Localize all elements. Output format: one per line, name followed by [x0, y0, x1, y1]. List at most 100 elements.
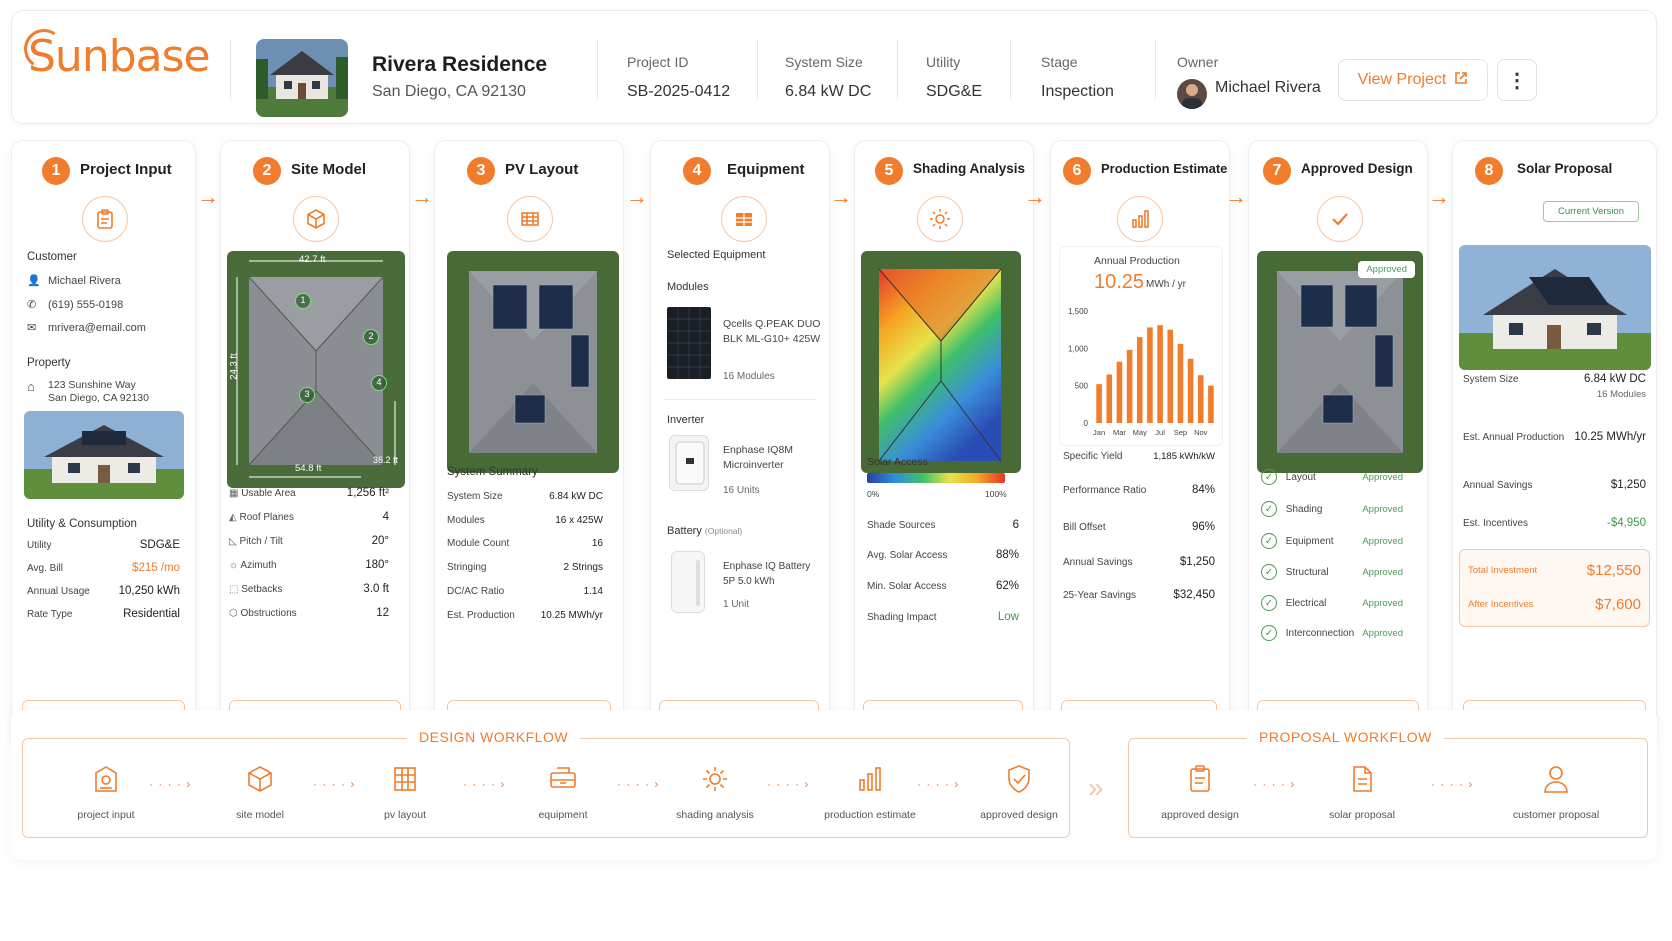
divider [663, 399, 817, 400]
row-value: 84% [1191, 484, 1215, 496]
row-key: Setbacks [241, 583, 283, 595]
bar-nov [1197, 375, 1204, 423]
dotted-arrow-icon: · · · · › [463, 777, 506, 791]
project-header: Sunbase Rivera Residence San Diego, CA 9… [11, 10, 1657, 124]
check-circle-icon: ✓ [1261, 469, 1277, 485]
total-investment-label: Total Investment [1468, 565, 1538, 576]
row-value: Approved [1362, 566, 1403, 578]
external-link-icon [1454, 71, 1468, 90]
row-value: 10.25 MWh/yr [540, 610, 603, 621]
workflow-step-label: pv layout [383, 809, 427, 821]
bar-may [1136, 337, 1143, 423]
stage-value: Inspection [1041, 83, 1114, 100]
step-title: Site Model [291, 161, 367, 178]
owner-label: Owner [1177, 54, 1219, 70]
check-circle-icon: ✓ [1261, 625, 1277, 641]
check-circle-icon: ✓ [1261, 595, 1277, 611]
dotted-arrow-icon: · · · · › [767, 777, 810, 791]
inverter-label: Inverter [667, 414, 705, 426]
user-icon: 👤 [27, 275, 41, 287]
dotted-arrow-icon: · · · · › [917, 777, 960, 791]
row-value: 180° [365, 559, 389, 571]
card-approved-design: 7 Approved Design Approved ✓ Layout Appro… [1248, 140, 1428, 745]
avatar [1177, 79, 1207, 109]
inverter-quantity: 16 Units [723, 485, 760, 496]
row-key: Annual Savings [1063, 556, 1133, 568]
bar-dec [1208, 385, 1214, 423]
workflow-step-label: project input [77, 809, 135, 821]
stage-label: Stage [1041, 54, 1078, 70]
row-value: Approved [1362, 627, 1403, 639]
x-tick-label: May [1133, 428, 1147, 437]
row-key: Min. Solar Access [867, 580, 947, 592]
x-tick-label: Nov [1194, 428, 1208, 437]
row-key: Est. Production [447, 610, 515, 621]
row-key: Interconnection [1285, 627, 1355, 639]
step-title: PV Layout [505, 161, 579, 178]
site-model-image: 42.7 ft 24.3 ft 54.8 ft 36.2 ft 1 2 3 4 [227, 251, 405, 488]
inverter-image [669, 435, 709, 491]
document-icon [1307, 761, 1417, 797]
view-project-button[interactable]: View Project [1338, 59, 1488, 101]
shading-heatmap-image [861, 251, 1021, 473]
project-title: Rivera Residence [372, 53, 548, 76]
workflow-step-project-input: project input [51, 761, 161, 821]
row-key: Structural [1285, 566, 1329, 578]
card-production-estimate: 6 Production Estimate Annual Production … [1050, 140, 1230, 745]
clipboard-icon [51, 761, 161, 797]
row-value: 2 Strings [563, 562, 603, 573]
row-key: Est. Incentives [1463, 517, 1529, 529]
row-key: Utility [27, 539, 52, 551]
row-key: Modules [447, 515, 485, 526]
row-value: 6.84 kW DC [1584, 373, 1646, 385]
row-value: Approved [1362, 503, 1403, 515]
card-project-input: 1 Project Input Customer 👤 Michael River… [11, 140, 196, 745]
step-title: Shading Analysis [913, 161, 1026, 176]
row-key: Annual Savings [1463, 479, 1533, 491]
user-icon [1491, 761, 1621, 797]
step-number: 3 [467, 157, 495, 185]
more-menu-button[interactable]: ⋮ [1497, 59, 1537, 101]
dotted-arrow-icon: · · · · › [617, 777, 660, 791]
workflow-step-label: site model [236, 809, 284, 821]
row-key: Shading [1285, 503, 1323, 515]
phone-icon: ✆ [27, 299, 37, 311]
obstruction-icon: ⬡ [229, 607, 238, 619]
utility-consumption-label: Utility & Consumption [27, 518, 137, 530]
step-number: 1 [42, 157, 70, 185]
row-key: System Size [1463, 373, 1519, 385]
battery-quantity: 1 Unit [723, 599, 750, 610]
workflow-step-customer-proposal: customer proposal [1491, 761, 1621, 821]
selected-equipment-label: Selected Equipment [667, 249, 766, 261]
row-key: Azimuth [240, 559, 277, 571]
row-key: System Size [447, 491, 503, 502]
after-incentives-label: After Incentives [1468, 599, 1534, 610]
bar-chart-icon [1117, 196, 1163, 242]
card-equipment: 4 Equipment Selected Equipment Modules Q… [650, 140, 830, 745]
row-key: Avg. Solar Access [867, 549, 948, 561]
approved-design-image: Approved [1257, 251, 1423, 473]
view-project-label: View Project [1357, 71, 1447, 88]
row-value: $32,450 [1173, 589, 1215, 601]
row-key: Module Count [447, 538, 510, 549]
row-value: 62% [995, 580, 1019, 592]
row-value: 1,256 ft² [346, 487, 389, 499]
dotted-arrow-icon: · · · · › [149, 777, 192, 791]
arrow-right-icon: → [1024, 184, 1046, 209]
workflow-step-label: approved design [980, 809, 1058, 821]
cube-icon [293, 196, 339, 242]
battery-optional: (Optional) [704, 526, 743, 536]
row-value: 96% [1191, 521, 1215, 533]
row-value: 10,250 kWh [118, 585, 180, 597]
bar-jul [1157, 325, 1163, 423]
step-title: Production Estimate [1101, 161, 1228, 176]
step-title: Equipment [727, 161, 805, 178]
row-value: 1.14 [583, 586, 603, 597]
dimension-bottom: 54.8 ft [295, 463, 322, 474]
row-value: 6.84 kW DC [549, 491, 603, 502]
utility-rows: Utility SDG&E Avg. Bill $215 /mo Annual Us… [27, 539, 180, 629]
annual-production-unit: MWh / yr [1146, 279, 1186, 290]
bar-mar [1116, 361, 1123, 423]
property-label: Property [27, 357, 71, 369]
annual-production-label: Annual Production [1094, 255, 1180, 267]
